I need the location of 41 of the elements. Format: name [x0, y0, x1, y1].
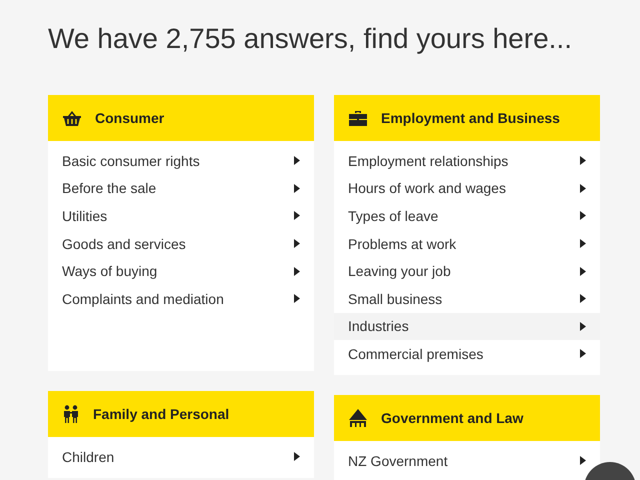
category-link[interactable]: Problems at work	[334, 230, 600, 258]
category-link[interactable]: Employment relationships	[334, 147, 600, 175]
caret-icon	[580, 156, 586, 166]
category-link[interactable]: Types of leave	[334, 202, 600, 230]
category-link[interactable]: Industries	[334, 312, 600, 340]
category-link[interactable]: Before the sale	[48, 174, 314, 202]
category-title: Family and Personal	[93, 406, 230, 422]
caret-icon	[294, 239, 300, 248]
caret-icon	[580, 211, 586, 220]
caret-icon	[580, 456, 586, 466]
category-link[interactable]: Children	[48, 443, 314, 471]
caret-icon	[580, 266, 586, 276]
category-link[interactable]: Ways of buying	[48, 257, 314, 285]
category-link[interactable]: Leaving your job	[334, 257, 600, 285]
category-link[interactable]: Complaints and mediation	[48, 284, 314, 313]
category-link[interactable]: Goods and services	[48, 230, 314, 258]
caret-icon	[294, 184, 300, 193]
caret-icon	[294, 294, 300, 304]
category-title: Employment and Business	[381, 110, 560, 126]
briefcase-icon	[348, 110, 368, 126]
caret-icon	[580, 239, 586, 248]
caret-icon	[580, 184, 586, 193]
category-title: Consumer	[95, 110, 164, 126]
category-link[interactable]: Hours of work and wages	[334, 174, 600, 202]
category-link[interactable]: Basic consumer rights	[48, 147, 314, 175]
caret-icon	[580, 322, 586, 331]
category-title: Government and Law	[381, 410, 524, 426]
caret-icon	[580, 349, 586, 358]
caret-icon	[294, 266, 300, 276]
caret-icon	[294, 156, 300, 166]
basket-icon	[62, 110, 82, 126]
caret-icon	[294, 211, 300, 220]
family-icon	[62, 405, 80, 423]
category-link[interactable]: Small business	[334, 284, 600, 313]
category-link[interactable]: Commercial premises	[334, 340, 600, 368]
category-link[interactable]: Utilities	[48, 202, 314, 230]
category-link[interactable]: NZ Government	[334, 446, 600, 474]
caret-icon	[580, 294, 586, 304]
caret-icon	[294, 452, 300, 462]
page-heading: We have 2,755 answers, find yours here...	[47, 22, 573, 56]
house-icon	[348, 408, 368, 427]
